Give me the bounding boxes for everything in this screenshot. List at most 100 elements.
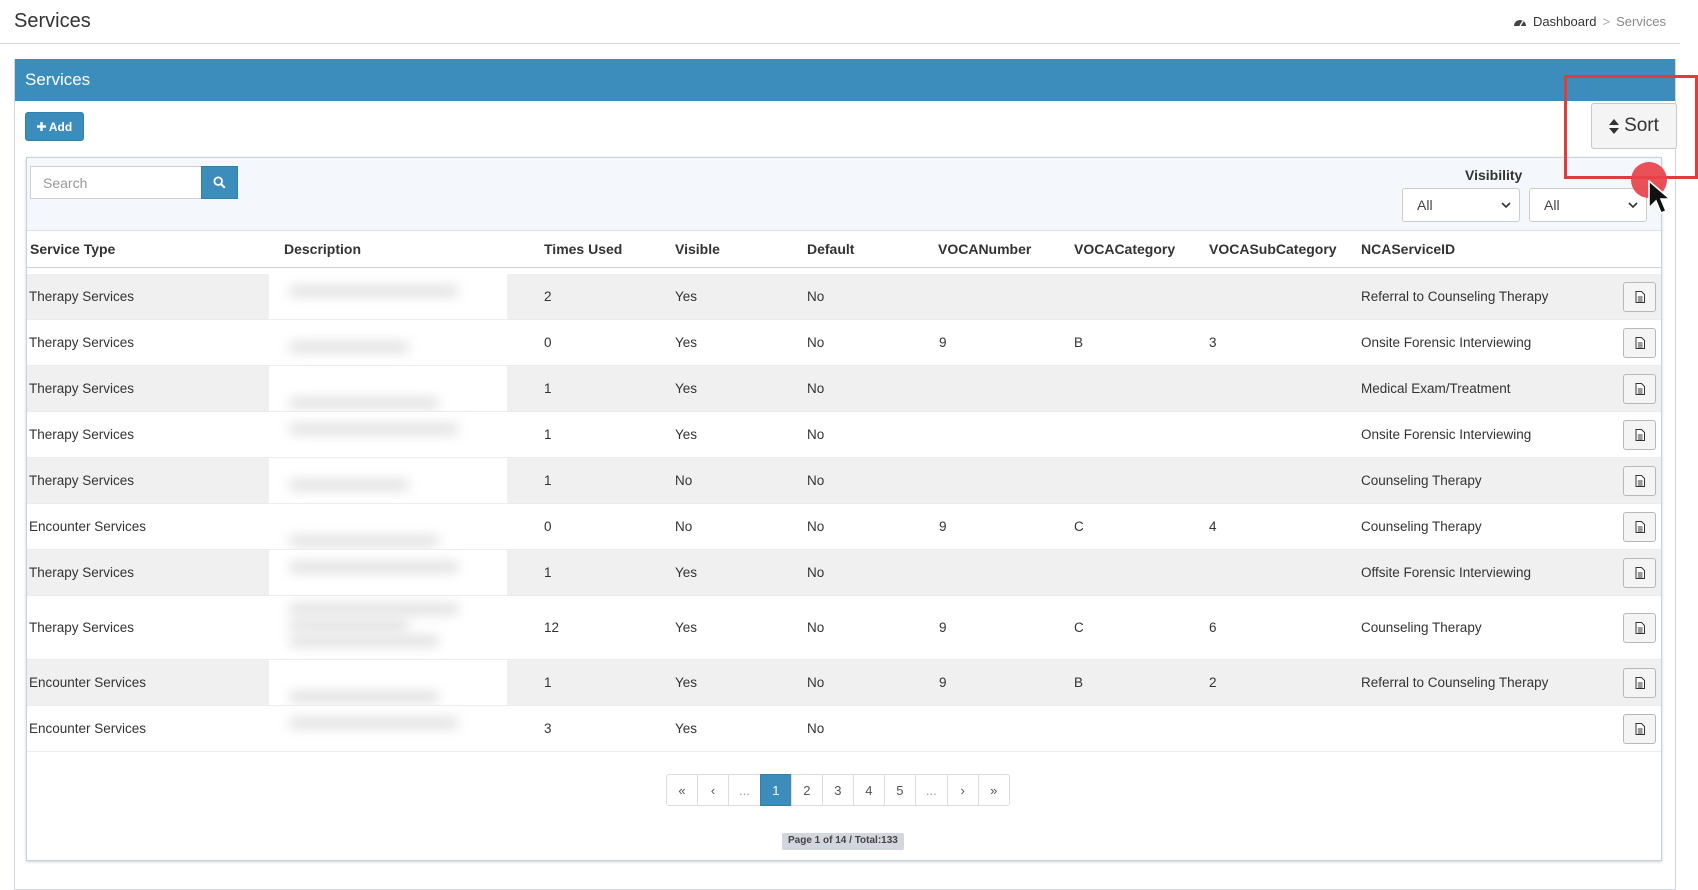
breadcrumb-current: Services — [1616, 14, 1666, 29]
description-cell-redacted — [269, 274, 507, 319]
table-header: Service Type Description Times Used Visi… — [26, 230, 1662, 268]
add-button[interactable]: Add — [25, 112, 84, 141]
cell-times-used: 1 — [544, 427, 552, 442]
table-row[interactable]: Therapy Services 2 Yes No Referral to Counse… — [27, 274, 1661, 320]
cell-service-type: Encounter Services — [29, 519, 147, 534]
search-icon — [213, 176, 226, 189]
row-edit-button[interactable] — [1623, 282, 1656, 312]
chevron-down-icon — [1501, 202, 1511, 209]
chevron-down-icon — [1628, 202, 1638, 209]
cell-times-used: 3 — [544, 721, 552, 736]
search-button[interactable] — [201, 166, 238, 199]
pagination-last-button[interactable]: » — [977, 774, 1010, 806]
visibility-select-value: All — [1417, 197, 1433, 213]
document-icon — [1635, 723, 1645, 735]
pagination-page-1[interactable]: 1 — [759, 774, 792, 806]
cell-default: No — [807, 721, 825, 736]
cell-voca-number: 9 — [939, 335, 947, 350]
pagination-page-3[interactable]: 3 — [821, 774, 854, 806]
cell-times-used: 12 — [544, 620, 560, 635]
box-title: Services — [25, 70, 91, 89]
table-row[interactable]: Encounter Services 0 No No 9 C 4 Counseling The… — [27, 504, 1661, 550]
pagination: « ‹ ... 1 2 3 4 5 ... › » — [666, 774, 1010, 806]
row-edit-button[interactable] — [1623, 558, 1656, 588]
cell-default: No — [807, 620, 825, 635]
column-header-voca-subcategory[interactable]: VOCASubCategory — [1209, 241, 1337, 257]
document-icon — [1635, 383, 1645, 395]
document-icon — [1635, 337, 1645, 349]
table-row[interactable]: Encounter Services 3 Yes No — [27, 706, 1661, 752]
cell-times-used: 1 — [544, 675, 552, 690]
search-input[interactable] — [30, 166, 201, 199]
cell-voca-category: C — [1074, 519, 1084, 534]
cell-visible: Yes — [675, 335, 698, 350]
column-header-service-type[interactable]: Service Type — [30, 241, 115, 257]
pagination-prev-button[interactable]: ‹ — [697, 774, 729, 806]
description-cell-redacted — [269, 320, 507, 365]
pagination-ellipsis[interactable]: ... — [728, 774, 761, 806]
row-edit-button[interactable] — [1623, 466, 1656, 496]
column-header-visible[interactable]: Visible — [675, 241, 720, 257]
cell-visible: Yes — [675, 565, 698, 580]
description-cell-redacted — [269, 550, 507, 595]
cell-default: No — [807, 335, 825, 350]
cell-visible: Yes — [675, 620, 698, 635]
cell-service-type: Therapy Services — [29, 381, 135, 396]
cell-service-type: Encounter Services — [29, 675, 147, 690]
breadcrumb: Dashboard > Services — [1513, 14, 1666, 29]
visibility-label: Visibility — [1465, 167, 1523, 183]
row-edit-button[interactable] — [1623, 512, 1656, 542]
description-cell-redacted — [269, 660, 507, 705]
pagination-page-5[interactable]: 5 — [883, 774, 916, 806]
column-header-description[interactable]: Description — [284, 241, 361, 257]
cell-voca-category: B — [1074, 335, 1084, 350]
table-row[interactable]: Therapy Services 1 Yes No Medical Exam/Treat… — [27, 366, 1661, 412]
column-header-voca-category[interactable]: VOCACategory — [1074, 241, 1175, 257]
row-edit-button[interactable] — [1623, 714, 1656, 744]
cell-voca-subcategory: 4 — [1209, 519, 1217, 534]
cell-service-type: Encounter Services — [29, 721, 147, 736]
description-cell-redacted — [269, 458, 507, 503]
cell-times-used: 1 — [544, 381, 552, 396]
pagination-page-4[interactable]: 4 — [852, 774, 885, 806]
table-row[interactable]: Encounter Services 1 Yes No 9 B 2 Referral to C… — [27, 660, 1661, 706]
column-header-times-used[interactable]: Times Used — [544, 241, 622, 257]
document-icon — [1635, 622, 1645, 634]
secondary-filter-select[interactable]: All — [1529, 188, 1647, 222]
highlight-box — [1564, 75, 1698, 179]
row-edit-button[interactable] — [1623, 420, 1656, 450]
visibility-select[interactable]: All — [1402, 188, 1520, 222]
pagination-next-button[interactable]: › — [946, 774, 979, 806]
cell-service-type: Therapy Services — [29, 427, 135, 442]
column-header-voca-number[interactable]: VOCANumber — [938, 241, 1031, 257]
cell-service-type: Therapy Services — [29, 565, 135, 580]
pagination-first-button[interactable]: « — [666, 774, 698, 806]
cell-voca-category: B — [1074, 675, 1084, 690]
column-header-default[interactable]: Default — [807, 241, 854, 257]
row-edit-button[interactable] — [1623, 374, 1656, 404]
row-edit-button[interactable] — [1623, 668, 1656, 698]
pagination-ellipsis[interactable]: ... — [914, 774, 948, 806]
pagination-page-2[interactable]: 2 — [790, 774, 823, 806]
cell-service-type: Therapy Services — [29, 335, 135, 350]
table-row[interactable]: Therapy Services 1 Yes No Onsite Forensic In… — [27, 412, 1661, 458]
cell-nca-service-id: Counseling Therapy — [1361, 473, 1482, 488]
top-bar: Services Dashboard > Services — [0, 0, 1680, 44]
cell-default: No — [807, 675, 825, 690]
description-cell-redacted — [269, 706, 507, 751]
row-edit-button[interactable] — [1623, 613, 1656, 643]
row-edit-button[interactable] — [1623, 328, 1656, 358]
table-row[interactable]: Therapy Services 12 Yes No 9 C 6 Counseling The… — [27, 596, 1661, 660]
column-header-nca-service-id[interactable]: NCAServiceID — [1361, 241, 1455, 257]
cell-visible: No — [675, 519, 693, 534]
table-row[interactable]: Therapy Services 1 No No Counseling Therapy — [27, 458, 1661, 504]
cell-service-type: Therapy Services — [29, 473, 135, 488]
table-row[interactable]: Therapy Services 1 Yes No Offsite Forensic I… — [27, 550, 1661, 596]
table-row[interactable]: Therapy Services 0 Yes No 9 B 3 Onsite Forensic… — [27, 320, 1661, 366]
breadcrumb-dashboard-link[interactable]: Dashboard — [1533, 14, 1597, 29]
cell-default: No — [807, 289, 825, 304]
cell-nca-service-id: Onsite Forensic Interviewing — [1361, 335, 1532, 350]
cell-visible: Yes — [675, 381, 698, 396]
description-cell-redacted — [269, 596, 507, 659]
cell-default: No — [807, 381, 825, 396]
